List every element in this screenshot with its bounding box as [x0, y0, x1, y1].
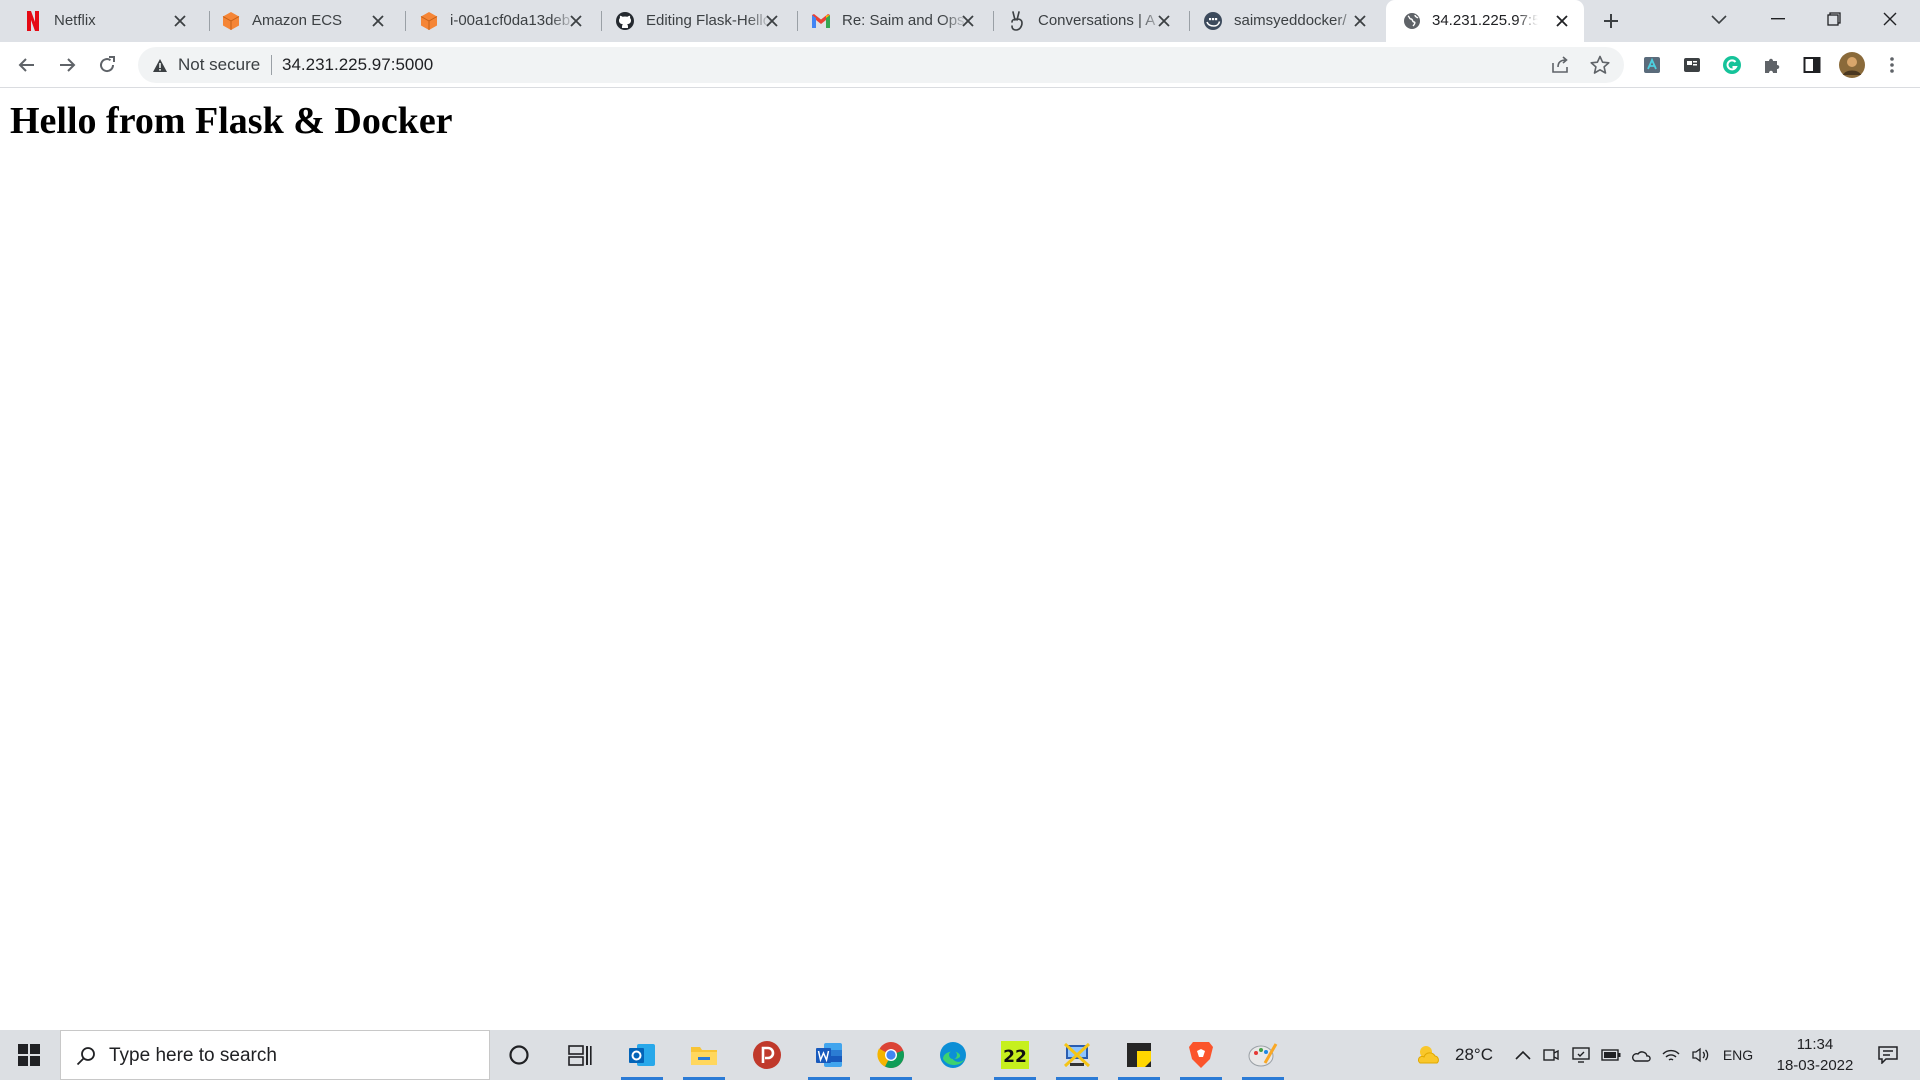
page-content: Hello from Flask & Docker	[0, 89, 1920, 1029]
tab-github-editing[interactable]: Editing Flask-Hello	[592, 0, 794, 42]
chevron-up-icon[interactable]	[1510, 1030, 1536, 1080]
outlook-icon[interactable]	[615, 1030, 669, 1080]
netflix-icon	[23, 11, 43, 31]
tab-title: Conversations | A	[1038, 12, 1156, 29]
globe-icon	[1402, 11, 1422, 31]
clock-date: 18-03-2022	[1776, 1057, 1854, 1074]
battery-icon[interactable]	[1598, 1030, 1624, 1080]
minimize-button[interactable]	[1750, 0, 1806, 38]
address-bar[interactable]: Not secure	[138, 47, 1624, 83]
onedrive-icon[interactable]	[1628, 1030, 1654, 1080]
extension-reader-icon[interactable]	[1676, 49, 1708, 81]
tab-title: Netflix	[54, 12, 96, 29]
meet-now-icon[interactable]	[1538, 1030, 1564, 1080]
weather-temperature[interactable]: 28°C	[1449, 1030, 1499, 1080]
tab-netflix[interactable]: Netflix	[0, 0, 202, 42]
forward-button[interactable]	[51, 49, 83, 81]
page-heading: Hello from Flask & Docker	[10, 100, 453, 142]
close-icon[interactable]	[170, 11, 190, 31]
aws-ecs-icon	[221, 11, 241, 31]
extension-translate-icon[interactable]	[1636, 49, 1668, 81]
grammarly-icon[interactable]	[1716, 49, 1748, 81]
reload-button[interactable]	[91, 49, 123, 81]
file-explorer-icon[interactable]	[677, 1030, 731, 1080]
pocket-casts-icon[interactable]	[740, 1030, 794, 1080]
cortana-icon[interactable]	[492, 1030, 546, 1080]
aws-ec2-icon	[419, 11, 439, 31]
tab-amazon-ecs[interactable]: Amazon ECS	[198, 0, 400, 42]
tab-title: Re: Saim and Ops	[842, 12, 965, 29]
tab-title: Amazon ECS	[252, 12, 343, 29]
chrome-icon[interactable]	[864, 1030, 918, 1080]
close-icon[interactable]	[1350, 11, 1370, 31]
close-icon[interactable]	[1154, 11, 1174, 31]
svg-text:22: 22	[1003, 1047, 1027, 1067]
paint-icon[interactable]	[1236, 1030, 1290, 1080]
warning-icon[interactable]	[150, 55, 170, 75]
search-icon	[75, 1045, 97, 1067]
clock-time: 11:34	[1796, 1036, 1834, 1053]
close-window-button[interactable]	[1862, 0, 1918, 38]
tab-ec2-instance[interactable]: i-00a1cf0da13deb	[396, 0, 598, 42]
github-icon	[615, 11, 635, 31]
notifications-icon[interactable]	[1866, 1030, 1910, 1080]
url-input[interactable]	[282, 53, 1382, 77]
side-panel-icon[interactable]	[1796, 49, 1828, 81]
task-view-icon[interactable]	[553, 1030, 607, 1080]
tab-active-flask-app[interactable]: 34.231.225.97:5000	[1386, 0, 1584, 42]
sticky-notes-icon[interactable]	[1112, 1030, 1166, 1080]
close-icon[interactable]	[958, 11, 978, 31]
omnibox-divider	[271, 55, 272, 75]
browser-toolbar: Not secure	[0, 42, 1920, 88]
windows-taskbar: 22 28°C ENG 11:34 18-03-2022	[0, 1030, 1920, 1080]
profile-avatar[interactable]	[1836, 49, 1868, 81]
close-icon[interactable]	[762, 11, 782, 31]
brave-icon[interactable]	[1174, 1030, 1228, 1080]
search-input[interactable]	[109, 1044, 469, 1068]
security-center-icon[interactable]	[1568, 1030, 1594, 1080]
tab-title: i-00a1cf0da13deb	[450, 12, 571, 29]
tab-docker-hub[interactable]: saimsyeddocker/	[1180, 0, 1382, 42]
tab-title: saimsyeddocker/	[1234, 12, 1347, 29]
edge-icon[interactable]	[926, 1030, 980, 1080]
tab-search-button[interactable]	[1705, 6, 1733, 34]
network-tool-icon[interactable]	[1050, 1030, 1104, 1080]
tab-title: Editing Flask-Hello	[646, 12, 772, 29]
taskbar-search[interactable]	[60, 1030, 490, 1080]
chrome-menu-icon[interactable]	[1876, 49, 1908, 81]
extensions-puzzle-icon[interactable]	[1756, 49, 1788, 81]
close-icon[interactable]	[368, 11, 388, 31]
peace-hand-icon	[1007, 11, 1027, 31]
bookmark-star-icon[interactable]	[1588, 53, 1612, 77]
tab-strip: Netflix Amazon ECS i-00a1cf0da13deb Edit…	[0, 0, 1920, 42]
wifi-icon[interactable]	[1658, 1030, 1684, 1080]
close-icon[interactable]	[1552, 11, 1572, 31]
gmail-icon	[811, 11, 831, 31]
tab-title: 34.231.225.97:5000	[1432, 12, 1538, 29]
volume-icon[interactable]	[1688, 1030, 1714, 1080]
word-icon[interactable]	[802, 1030, 856, 1080]
close-icon[interactable]	[566, 11, 586, 31]
windows-start-button[interactable]	[0, 1030, 58, 1080]
back-button[interactable]	[11, 49, 43, 81]
docker-hub-icon	[1203, 11, 1223, 31]
security-label[interactable]: Not secure	[178, 55, 260, 75]
input-language[interactable]: ENG	[1718, 1030, 1758, 1080]
clock[interactable]: 11:34 18-03-2022	[1760, 1034, 1870, 1076]
tab-gmail[interactable]: Re: Saim and Ops	[788, 0, 990, 42]
tab-conversations[interactable]: Conversations | A	[984, 0, 1186, 42]
weather-icon[interactable]	[1412, 1030, 1446, 1080]
new-tab-button[interactable]	[1598, 8, 1624, 34]
22-icon[interactable]: 22	[988, 1030, 1042, 1080]
share-icon[interactable]	[1548, 53, 1572, 77]
restore-button[interactable]	[1806, 0, 1862, 38]
